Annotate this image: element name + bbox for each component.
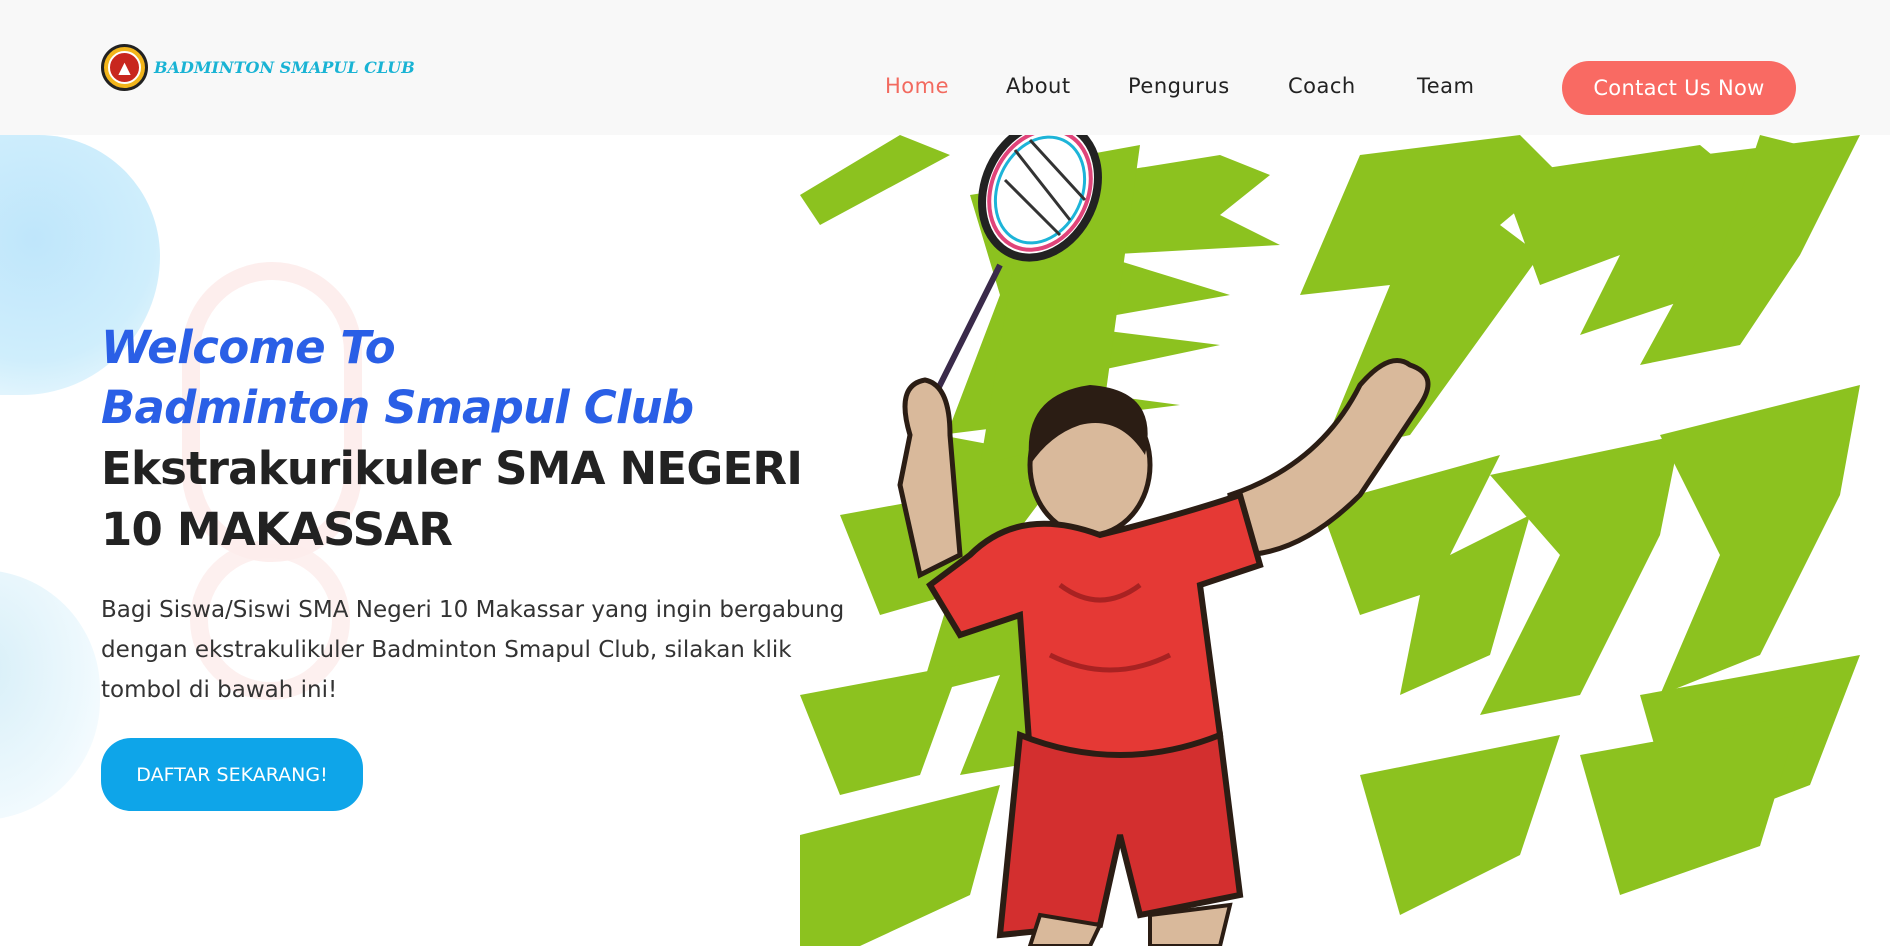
register-button[interactable]: DAFTAR SEKARANG! <box>101 738 363 811</box>
hero-club-name: Badminton Smapul Club <box>101 381 694 434</box>
nav-item-about[interactable]: About <box>1006 74 1071 98</box>
nav-item-team[interactable]: Team <box>1417 74 1475 98</box>
nav-item-pengurus[interactable]: Pengurus <box>1128 74 1230 98</box>
contact-us-button[interactable]: Contact Us Now <box>1562 61 1796 115</box>
decorative-blob-bottom <box>0 570 100 820</box>
nav-item-home[interactable]: Home <box>885 74 949 98</box>
site-header: ▲ BADMINTON SMAPUL CLUB Home About Pengu… <box>0 0 1890 135</box>
nav-item-coach[interactable]: Coach <box>1288 74 1356 98</box>
hero-section: Welcome To Badminton Smapul Club Ekstrak… <box>101 318 861 811</box>
hero-description: Bagi Siswa/Siswi SMA Negeri 10 Makassar … <box>101 597 845 703</box>
hero-subtitle: Ekstrakurikuler SMA NEGERI 10 MAKASSAR <box>101 442 803 556</box>
page: ▲ BADMINTON SMAPUL CLUB Home About Pengu… <box>0 0 1890 946</box>
badminton-player-illustration <box>800 135 1860 946</box>
hero-welcome: Welcome To <box>101 321 396 374</box>
